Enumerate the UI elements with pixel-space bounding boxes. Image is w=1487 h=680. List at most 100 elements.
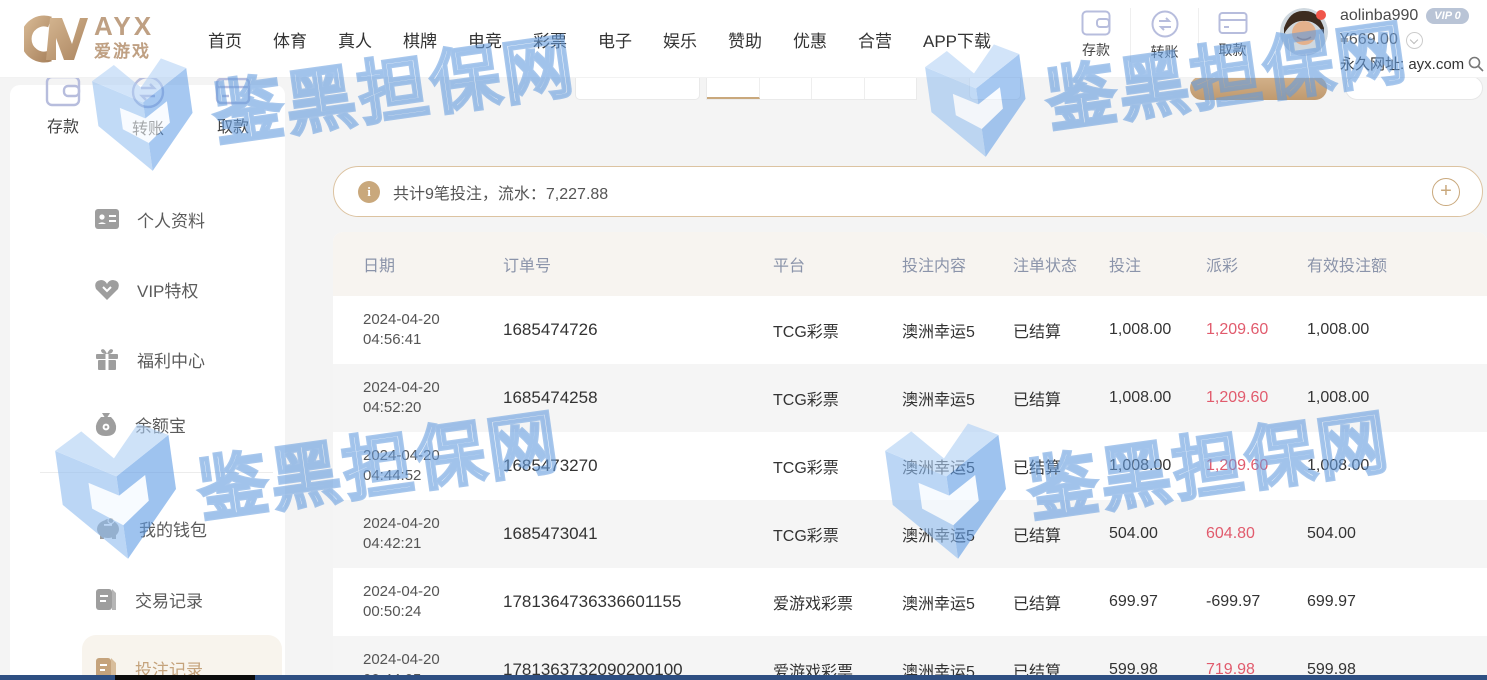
scrollbar-thumb[interactable] bbox=[115, 675, 255, 680]
cell-platform: TCG彩票 bbox=[773, 522, 902, 546]
nav-item-slots[interactable]: 电子 bbox=[598, 27, 632, 52]
date-tab-2[interactable] bbox=[760, 78, 813, 99]
filter-box-cutoff[interactable] bbox=[969, 78, 1021, 100]
vip-badge: VIP 0 bbox=[1426, 8, 1469, 24]
col-header-valid: 有效投注额 bbox=[1307, 252, 1487, 276]
nav-item-chess[interactable]: 棋牌 bbox=[403, 27, 437, 52]
horizontal-scrollbar[interactable] bbox=[0, 675, 1487, 680]
col-header-content: 投注内容 bbox=[902, 252, 1013, 276]
header-withdraw-button[interactable]: 取款 bbox=[1198, 8, 1266, 60]
table-row[interactable]: 2024-04-2004:56:41 1685474726 TCG彩票 澳洲幸运… bbox=[333, 296, 1487, 364]
table-row[interactable]: 2024-04-2004:52:20 1685474258 TCG彩票 澳洲幸运… bbox=[333, 364, 1487, 432]
nav-item-sponsor[interactable]: 赞助 bbox=[728, 27, 762, 52]
cell-bet: 1,008.00 bbox=[1109, 457, 1206, 475]
nav-item-live[interactable]: 真人 bbox=[338, 27, 372, 52]
cell-status: 已结算 bbox=[1013, 318, 1109, 342]
brand-logo-icon bbox=[24, 10, 88, 66]
col-header-date: 日期 bbox=[363, 252, 503, 276]
date-tab-active[interactable] bbox=[707, 78, 760, 99]
sidebar-item-vip[interactable]: VIP特权 bbox=[95, 269, 285, 309]
col-header-status: 注单状态 bbox=[1013, 252, 1109, 276]
expand-plus-button[interactable]: + bbox=[1432, 178, 1460, 206]
nav-item-sports[interactable]: 体育 bbox=[273, 27, 307, 52]
header-transfer-button[interactable]: 转账 bbox=[1130, 8, 1198, 62]
header-deposit-button[interactable]: 存款 bbox=[1062, 8, 1130, 60]
cell-order: 1781364736336601155 bbox=[503, 592, 773, 612]
cell-payout: -699.97 bbox=[1206, 593, 1307, 611]
table-header-row: 日期 订单号 平台 投注内容 注单状态 投注 派彩 有效投注额 bbox=[333, 232, 1487, 296]
cell-date: 2024-04-2004:56:41 bbox=[363, 310, 503, 351]
cell-content: 澳洲幸运5 bbox=[902, 454, 1013, 478]
sidebar-item-yuebao[interactable]: 余额宝 bbox=[95, 404, 285, 444]
top-header: AYX 爱游戏 首页 体育 真人 棋牌 电竞 彩票 电子 娱乐 赞助 优惠 合营… bbox=[0, 0, 1487, 78]
sidebar-divider bbox=[40, 472, 273, 473]
sidebar-item-wallet[interactable]: 我的钱包 bbox=[95, 508, 285, 548]
sidebar-item-profile[interactable]: 个人资料 bbox=[95, 199, 285, 239]
ledger-icon bbox=[95, 587, 117, 611]
sidebar-item-transactions[interactable]: 交易记录 bbox=[95, 579, 285, 619]
bank-card-icon bbox=[215, 75, 251, 107]
cell-platform: TCG彩票 bbox=[773, 386, 902, 410]
col-header-payout: 派彩 bbox=[1206, 252, 1307, 276]
main-nav: 首页 体育 真人 棋牌 电竞 彩票 电子 娱乐 赞助 优惠 合营 APP下载 bbox=[208, 0, 991, 78]
nav-item-esports[interactable]: 电竞 bbox=[468, 27, 502, 52]
date-tab-3[interactable] bbox=[812, 78, 865, 99]
cell-order: 1685473270 bbox=[503, 456, 773, 476]
sidebar-deposit-button[interactable]: 存款 bbox=[28, 75, 98, 139]
nav-item-app-download[interactable]: APP下载 bbox=[923, 27, 991, 52]
bet-records-table: 日期 订单号 平台 投注内容 注单状态 投注 派彩 有效投注额 2024-04-… bbox=[333, 232, 1487, 680]
date-tab-4[interactable] bbox=[865, 78, 917, 99]
nav-item-lottery[interactable]: 彩票 bbox=[533, 27, 567, 52]
sidebar-item-welfare[interactable]: 福利中心 bbox=[95, 339, 285, 379]
cell-valid: 1,008.00 bbox=[1307, 389, 1487, 407]
table-row[interactable]: 2024-04-2000:50:24 1781364736336601155 爱… bbox=[333, 568, 1487, 636]
header-quick-actions: 存款 转账 取款 bbox=[1062, 8, 1266, 62]
summary-text: 共计9笔投注，流水：7,227.88 bbox=[393, 180, 608, 204]
brand-name-en: AYX bbox=[94, 15, 154, 37]
cell-order: 1685474726 bbox=[503, 320, 773, 340]
balance-dropdown-icon[interactable] bbox=[1406, 32, 1423, 49]
table-row[interactable]: 2024-04-2004:44:52 1685473270 TCG彩票 澳洲幸运… bbox=[333, 432, 1487, 500]
cell-valid: 504.00 bbox=[1307, 525, 1487, 543]
cell-platform: TCG彩票 bbox=[773, 318, 902, 342]
transfer-icon bbox=[131, 75, 165, 109]
cell-payout: 1,209.60 bbox=[1206, 457, 1307, 475]
col-header-order: 订单号 bbox=[503, 252, 773, 276]
vip-heart-icon bbox=[95, 279, 119, 300]
notification-dot bbox=[1316, 10, 1326, 20]
sidebar-quick-actions: 存款 转账 取款 bbox=[28, 75, 268, 139]
gift-icon bbox=[95, 348, 119, 370]
cell-status: 已结算 bbox=[1013, 386, 1109, 410]
wallet-icon bbox=[1081, 10, 1111, 36]
wallet-icon bbox=[45, 75, 81, 107]
username: aolinba990 bbox=[1340, 7, 1418, 25]
nav-item-entertainment[interactable]: 娱乐 bbox=[663, 27, 697, 52]
search-icon[interactable] bbox=[1468, 56, 1484, 72]
filter-select-cutoff[interactable] bbox=[1345, 76, 1483, 100]
query-button-cutoff[interactable] bbox=[1190, 76, 1327, 100]
cell-date: 2024-04-2004:52:20 bbox=[363, 378, 503, 419]
summary-bar: i 共计9笔投注，流水：7,227.88 + bbox=[333, 166, 1483, 217]
table-row[interactable]: 2024-04-2000:44:05 1781363732090200100 爱… bbox=[333, 636, 1487, 680]
cell-payout: 604.80 bbox=[1206, 525, 1307, 543]
nav-item-promo[interactable]: 优惠 bbox=[793, 27, 827, 52]
nav-item-home[interactable]: 首页 bbox=[208, 27, 242, 52]
date-range-tabs-cutoff bbox=[706, 78, 917, 100]
cell-order: 1685474258 bbox=[503, 388, 773, 408]
piggy-bank-icon bbox=[95, 517, 121, 539]
brand-logo[interactable]: AYX 爱游戏 bbox=[24, 10, 154, 66]
user-info: aolinba990 VIP 0 ¥669.00 永久网址: ayx.com bbox=[1340, 7, 1487, 74]
cell-payout: 1,209.60 bbox=[1206, 321, 1307, 339]
cell-status: 已结算 bbox=[1013, 590, 1109, 614]
date-picker-cutoff[interactable] bbox=[575, 78, 700, 100]
sidebar-withdraw-button[interactable]: 取款 bbox=[198, 75, 268, 139]
nav-item-partner[interactable]: 合营 bbox=[858, 27, 892, 52]
sidebar-transfer-button[interactable]: 转账 bbox=[113, 75, 183, 139]
cell-platform: TCG彩票 bbox=[773, 454, 902, 478]
cell-content: 澳洲幸运5 bbox=[902, 590, 1013, 614]
table-row[interactable]: 2024-04-2004:42:21 1685473041 TCG彩票 澳洲幸运… bbox=[333, 500, 1487, 568]
cell-bet: 504.00 bbox=[1109, 525, 1206, 543]
cell-content: 澳洲幸运5 bbox=[902, 522, 1013, 546]
cell-order: 1685473041 bbox=[503, 524, 773, 544]
cell-payout: 1,209.60 bbox=[1206, 389, 1307, 407]
